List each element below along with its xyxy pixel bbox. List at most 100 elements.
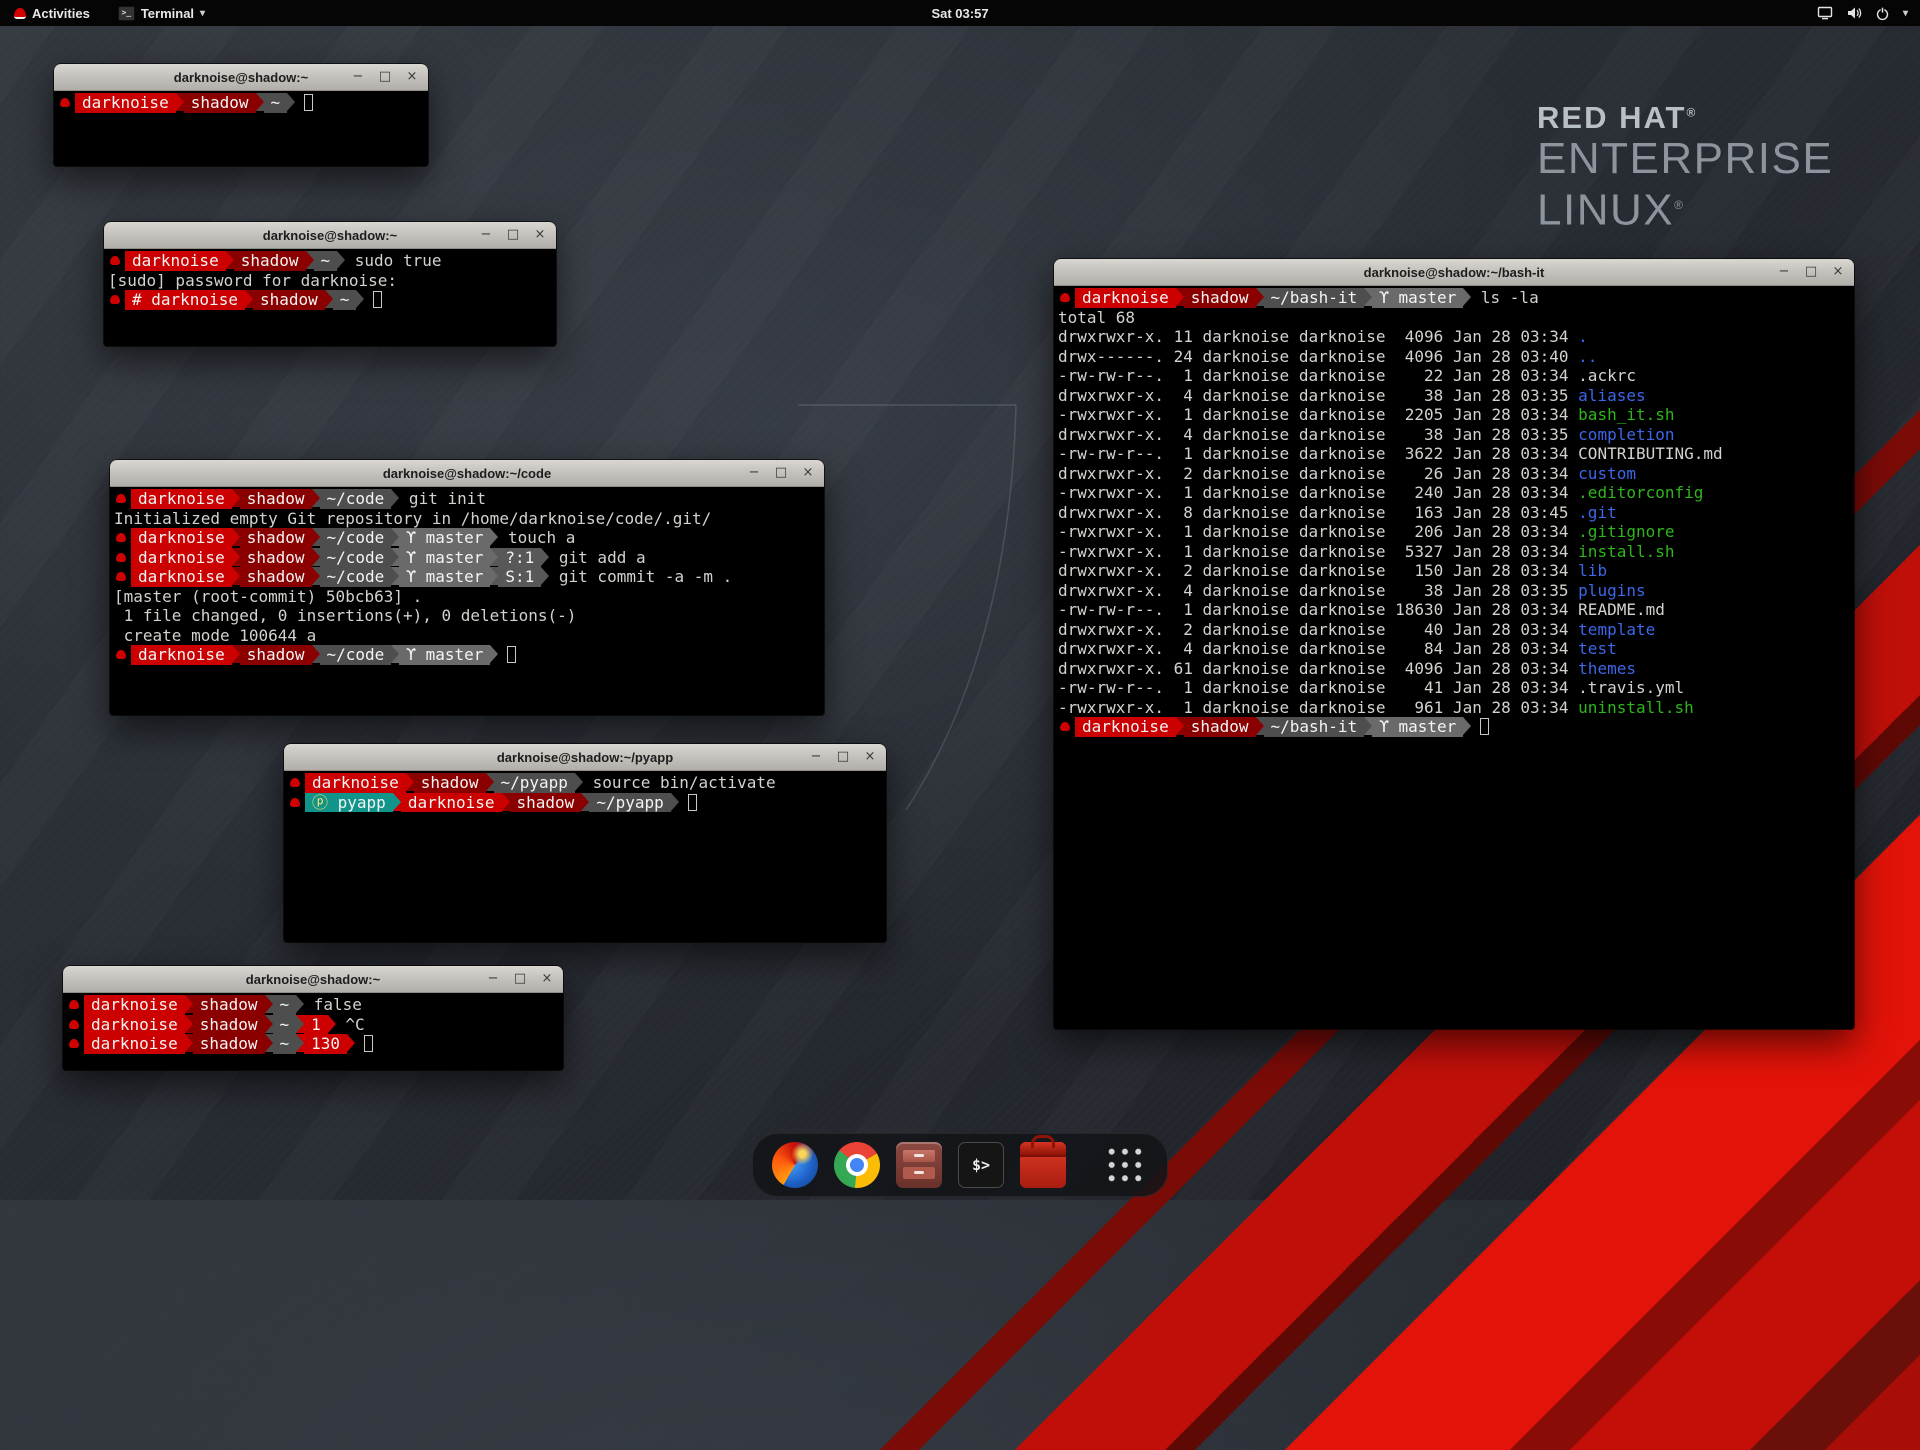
powerline-separator: [185, 1015, 193, 1033]
window-titlebar[interactable]: darknoise@shadow:~ − □ ×: [63, 966, 563, 993]
prompt-segment-red: darknoise: [305, 773, 406, 793]
dock-item-files[interactable]: [895, 1141, 943, 1189]
terminal-line: darknoiseshadow~/bash-itϒ master ls -la: [1058, 288, 1850, 308]
terminal-content[interactable]: darknoiseshadow~ falsedarknoiseshadow~1 …: [63, 993, 563, 1070]
system-status-area[interactable]: ▾: [1817, 6, 1920, 21]
prompt-segment-red: darknoise: [84, 1015, 185, 1035]
terminal-line: 1 file changed, 0 insertions(+), 0 delet…: [114, 606, 820, 626]
desktop: { "top_bar": { "activities_label": "Acti…: [0, 0, 1920, 1200]
terminal-content[interactable]: darknoiseshadow~/code git initInitialize…: [110, 487, 824, 715]
powerline-separator: [312, 548, 320, 566]
prompt-segment-gray: ~/code: [320, 548, 392, 568]
minimize-button[interactable]: −: [351, 68, 365, 86]
maximize-button[interactable]: □: [1804, 263, 1818, 281]
close-button[interactable]: ×: [405, 68, 419, 86]
file-name: template: [1578, 620, 1655, 639]
dock-item-show-applications[interactable]: [1101, 1141, 1149, 1189]
file-name: bash_it.sh: [1578, 405, 1674, 424]
powerline-separator: [312, 489, 320, 507]
window-title: darknoise@shadow:~/bash-it: [1054, 265, 1854, 280]
file-name: .ackrc: [1578, 366, 1636, 385]
dock-item-toolbox[interactable]: [1019, 1141, 1067, 1189]
prompt-segment-red: # darknoise: [125, 290, 245, 310]
output-text: -rw-rw-r--. 1 darknoise darknoise 18630 …: [1058, 600, 1578, 619]
maximize-button[interactable]: □: [513, 970, 527, 988]
terminal-line: -rwxrwxr-x. 1 darknoise darknoise 2205 J…: [1058, 405, 1850, 425]
minimize-button[interactable]: −: [479, 226, 493, 244]
terminal-content[interactable]: darknoiseshadow~/pyapp source bin/activa…: [284, 771, 886, 942]
file-name: CONTRIBUTING.md: [1578, 444, 1723, 463]
close-button[interactable]: ×: [1831, 263, 1845, 281]
terminal-line: Initialized empty Git repository in /hom…: [114, 509, 820, 529]
powerline-separator: [296, 1015, 304, 1033]
terminal-app-icon: >_: [118, 6, 135, 21]
window-titlebar[interactable]: darknoise@shadow:~/bash-it − □ ×: [1054, 259, 1854, 286]
brand-linux: LINUX®: [1537, 182, 1833, 234]
prompt-segment-maroon: shadow: [1184, 717, 1256, 737]
terminal-content[interactable]: darknoiseshadow~ sudo true[sudo] passwor…: [104, 249, 556, 346]
maximize-button[interactable]: □: [378, 68, 392, 86]
git-branch-icon: ϒ: [406, 528, 425, 547]
prompt-segment-maroon: shadow: [414, 773, 486, 793]
prompt-segment-gray: ~: [273, 995, 297, 1015]
minimize-button[interactable]: −: [747, 464, 761, 482]
prompt-segment-red: darknoise: [1075, 288, 1176, 308]
prompt-segment-err: 130: [304, 1034, 347, 1054]
prompt-segment-gray: ~/code: [320, 567, 392, 587]
terminal-line: darknoiseshadow~ false: [67, 995, 559, 1015]
output-text: -rwxrwxr-x. 1 darknoise darknoise 2205 J…: [1058, 405, 1578, 424]
dock-item-firefox[interactable]: [771, 1141, 819, 1189]
redhat-prompt-icon: [60, 98, 70, 107]
activities-button[interactable]: Activities: [8, 0, 96, 26]
prompt-segment-red: darknoise: [1075, 717, 1176, 737]
redhat-prompt-icon: [116, 650, 126, 659]
close-button[interactable]: ×: [801, 464, 815, 482]
prompt-segment-maroon: shadow: [1184, 288, 1256, 308]
git-branch-icon: ϒ: [1379, 288, 1398, 307]
clock[interactable]: Sat 03:57: [0, 6, 1920, 21]
app-menu-terminal[interactable]: >_ Terminal ▾: [112, 0, 211, 26]
prompt-segment-maroon: shadow: [184, 93, 256, 113]
window-titlebar[interactable]: darknoise@shadow:~ − □ ×: [104, 222, 556, 249]
minimize-button[interactable]: −: [486, 970, 500, 988]
python-icon: ⓟ: [312, 793, 338, 812]
window-titlebar[interactable]: darknoise@shadow:~ − □ ×: [54, 64, 428, 91]
powerline-separator: [296, 1034, 304, 1052]
window-title: darknoise@shadow:~/pyapp: [284, 750, 886, 765]
terminal-line: total 68: [1058, 308, 1850, 328]
minimize-button[interactable]: −: [809, 748, 823, 766]
registered-mark: ®: [1686, 106, 1697, 120]
maximize-button[interactable]: □: [774, 464, 788, 482]
close-button[interactable]: ×: [863, 748, 877, 766]
app-menu-label: Terminal: [141, 6, 194, 21]
window-titlebar[interactable]: darknoise@shadow:~/code − □ ×: [110, 460, 824, 487]
redhat-prompt-icon: [290, 798, 300, 807]
powerline-separator: [232, 567, 240, 585]
window-titlebar[interactable]: darknoise@shadow:~/pyapp − □ ×: [284, 744, 886, 771]
dock-item-chrome[interactable]: [833, 1141, 881, 1189]
minimize-button[interactable]: −: [1777, 263, 1791, 281]
terminal-cursor: [1480, 718, 1489, 735]
powerline-separator: [265, 1015, 273, 1033]
prompt-segment-venv: ⓟ pyapp: [305, 793, 393, 813]
prompt-segment-gray: ~: [333, 290, 357, 310]
prompt-segment-git: ϒ master: [1372, 288, 1463, 308]
maximize-button[interactable]: □: [506, 226, 520, 244]
dock-item-terminal[interactable]: $>: [957, 1141, 1005, 1189]
dock: $>: [752, 1133, 1168, 1197]
terminal-content[interactable]: darknoiseshadow~: [54, 91, 428, 166]
maximize-button[interactable]: □: [836, 748, 850, 766]
prompt-segment-red: darknoise: [131, 645, 232, 665]
redhat-prompt-icon: [110, 295, 120, 304]
redhat-prompt-icon: [110, 256, 120, 265]
close-button[interactable]: ×: [540, 970, 554, 988]
output-text: drwx------. 24 darknoise darknoise 4096 …: [1058, 347, 1578, 366]
file-name: uninstall.sh: [1578, 698, 1694, 717]
terminal-line: -rwxrwxr-x. 1 darknoise darknoise 5327 J…: [1058, 542, 1850, 562]
close-button[interactable]: ×: [533, 226, 547, 244]
file-name: plugins: [1578, 581, 1645, 600]
terminal-content[interactable]: darknoiseshadow~/bash-itϒ master ls -lat…: [1054, 286, 1854, 1029]
prompt-segment-git: ϒ master: [399, 567, 490, 587]
terminal-line: drwxrwxr-x. 2 darknoise darknoise 40 Jan…: [1058, 620, 1850, 640]
output-text: [sudo] password for darknoise:: [108, 271, 397, 290]
